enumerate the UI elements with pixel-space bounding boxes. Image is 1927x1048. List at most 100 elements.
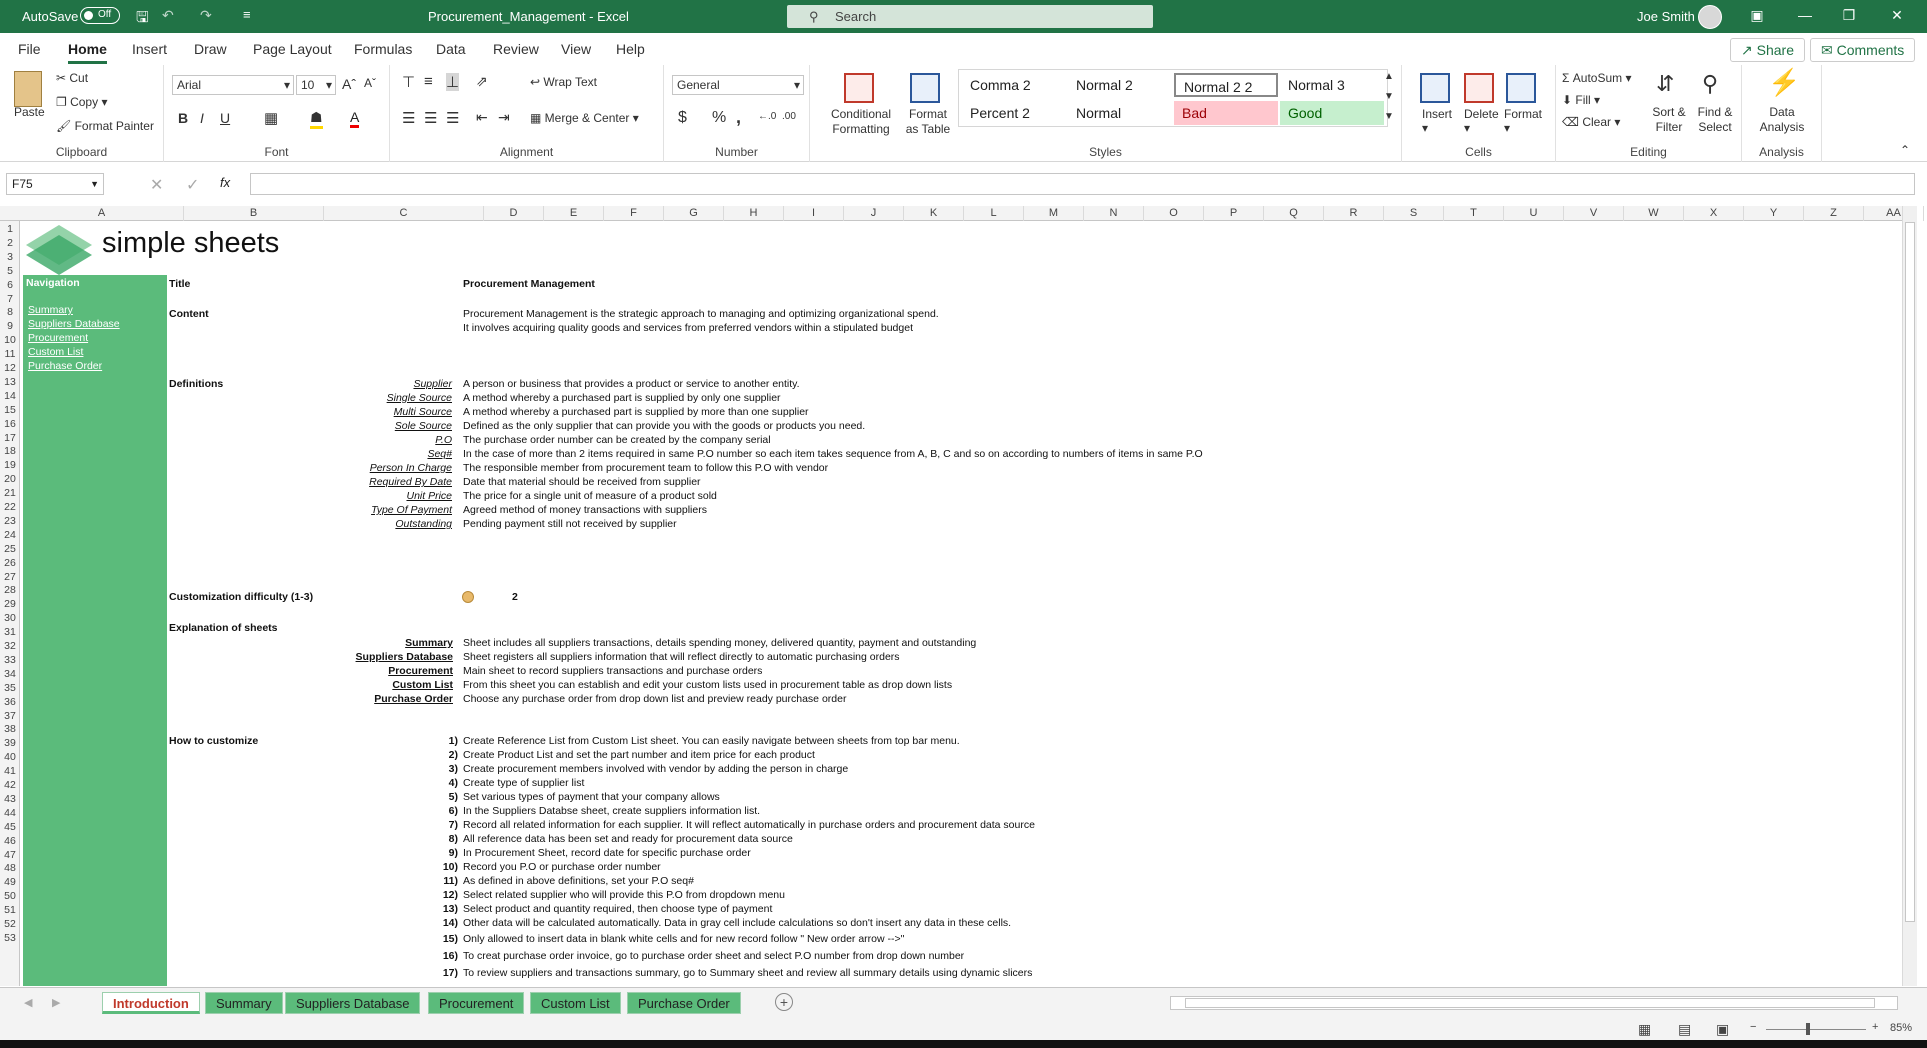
row-header[interactable]: 26 xyxy=(0,557,20,569)
row-header[interactable]: 17 xyxy=(0,432,20,444)
row-header[interactable]: 13 xyxy=(0,376,20,388)
horizontal-scroll-thumb[interactable] xyxy=(1185,998,1875,1008)
page-break-view-icon[interactable]: ▣ xyxy=(1716,1021,1729,1038)
column-header-e[interactable]: E xyxy=(544,206,604,221)
font-name-select[interactable]: Arial ▾ xyxy=(172,75,294,95)
gallery-more-icon[interactable]: ▼ xyxy=(1384,111,1394,122)
sheet-tab-custom-list[interactable]: Custom List xyxy=(530,992,621,1014)
zoom-slider-thumb[interactable] xyxy=(1806,1023,1810,1035)
insert-cells-button[interactable]: Insert ▾ xyxy=(1422,107,1452,135)
sheet-tab-suppliers-database[interactable]: Suppliers Database xyxy=(285,992,421,1014)
data-analysis-button[interactable]: Data Analysis xyxy=(1756,105,1808,135)
sheet-tab-procurement[interactable]: Procurement xyxy=(428,992,525,1014)
normal-view-icon[interactable]: ▦ xyxy=(1638,1021,1651,1038)
row-header[interactable]: 36 xyxy=(0,696,20,708)
gallery-down-icon[interactable]: ▼ xyxy=(1384,91,1394,102)
sheet-tab-introduction[interactable]: Introduction xyxy=(102,992,200,1014)
column-header-q[interactable]: Q xyxy=(1264,206,1324,221)
row-header[interactable]: 42 xyxy=(0,779,20,791)
row-header[interactable]: 11 xyxy=(0,348,20,360)
column-header-u[interactable]: U xyxy=(1504,206,1564,221)
style-good[interactable]: Good xyxy=(1280,101,1384,125)
borders-icon[interactable]: ▦ xyxy=(264,109,278,127)
row-header[interactable]: 9 xyxy=(0,320,20,332)
nav-link-suppliers-database[interactable]: Suppliers Database xyxy=(28,318,120,330)
row-header[interactable]: 5 xyxy=(0,265,20,277)
insert-cells-icon[interactable] xyxy=(1420,73,1450,103)
orientation-icon[interactable]: ⇗ xyxy=(476,73,488,90)
align-center-icon[interactable]: ☰ xyxy=(424,109,437,127)
row-header[interactable]: 16 xyxy=(0,418,20,430)
decrease-decimal-icon[interactable]: .00 xyxy=(782,111,796,122)
worksheet[interactable]: simple sheets Navigation Summary Supplie… xyxy=(20,221,1902,986)
conditional-formatting-button[interactable]: Conditional Formatting xyxy=(828,107,894,137)
explanation-term[interactable]: Summary xyxy=(253,637,453,649)
find-select-button[interactable]: Find & Select xyxy=(1692,105,1738,135)
align-right-icon[interactable]: ☰ xyxy=(446,109,459,127)
insert-function-icon[interactable]: fx xyxy=(220,175,230,190)
tab-scroll-left-icon[interactable]: ◀ xyxy=(24,996,32,1009)
zoom-out-icon[interactable]: − xyxy=(1750,1021,1756,1033)
row-header[interactable]: 28 xyxy=(0,584,20,596)
column-header-f[interactable]: F xyxy=(604,206,664,221)
fill-button[interactable]: ⬇ Fill ▾ xyxy=(1562,93,1600,107)
collapse-ribbon-icon[interactable]: ⌃ xyxy=(1900,143,1910,157)
tab-draw[interactable]: Draw xyxy=(194,41,227,57)
number-format-select[interactable]: General ▾ xyxy=(672,75,804,95)
align-left-icon[interactable]: ☰ xyxy=(402,109,415,127)
delete-cells-button[interactable]: Delete ▾ xyxy=(1464,107,1499,135)
zoom-level[interactable]: 85% xyxy=(1890,1022,1912,1034)
row-header[interactable]: 6 xyxy=(0,279,20,291)
zoom-in-icon[interactable]: + xyxy=(1872,1021,1878,1033)
column-header-v[interactable]: V xyxy=(1564,206,1624,221)
row-header[interactable]: 33 xyxy=(0,654,20,666)
column-header-c[interactable]: C xyxy=(324,206,484,221)
cut-button[interactable]: ✂ Cut xyxy=(56,71,88,85)
enter-icon[interactable]: ✓ xyxy=(186,175,199,195)
row-header[interactable]: 49 xyxy=(0,876,20,888)
style-percent-2[interactable]: Percent 2 xyxy=(962,101,1066,125)
row-header[interactable]: 46 xyxy=(0,835,20,847)
customize-toolbar-icon[interactable]: ≡ xyxy=(243,7,251,22)
decrease-font-icon[interactable]: Aˇ xyxy=(364,76,376,90)
nav-link-custom-list[interactable]: Custom List xyxy=(28,346,83,358)
italic-button[interactable]: I xyxy=(200,110,204,126)
add-sheet-icon[interactable]: + xyxy=(775,993,793,1011)
increase-decimal-icon[interactable]: ←.0 xyxy=(758,111,776,122)
comments-button[interactable]: ✉ Comments xyxy=(1810,38,1916,62)
sort-filter-button[interactable]: Sort & Filter xyxy=(1646,105,1692,135)
increase-indent-icon[interactable]: ⇥ xyxy=(498,109,510,126)
page-layout-view-icon[interactable]: ▤ xyxy=(1678,1021,1691,1038)
column-header-p[interactable]: P xyxy=(1204,206,1264,221)
row-header[interactable]: 48 xyxy=(0,862,20,874)
row-header[interactable]: 50 xyxy=(0,890,20,902)
comma-button[interactable]: , xyxy=(736,107,741,128)
column-header-s[interactable]: S xyxy=(1384,206,1444,221)
explanation-term[interactable]: Procurement xyxy=(253,665,453,677)
delete-cells-icon[interactable] xyxy=(1464,73,1494,103)
row-header[interactable]: 39 xyxy=(0,737,20,749)
row-header[interactable]: 25 xyxy=(0,543,20,555)
column-header-z[interactable]: Z xyxy=(1804,206,1864,221)
format-cells-button[interactable]: Format ▾ xyxy=(1504,107,1542,135)
row-header[interactable]: 10 xyxy=(0,334,20,346)
nav-link-summary[interactable]: Summary xyxy=(28,304,73,316)
format-as-table-icon[interactable] xyxy=(910,73,940,103)
format-as-table-button[interactable]: Format as Table xyxy=(902,107,954,137)
column-header-h[interactable]: H xyxy=(724,206,784,221)
row-header[interactable]: 18 xyxy=(0,445,20,457)
minimize-icon[interactable]: — xyxy=(1790,7,1820,23)
row-header[interactable]: 47 xyxy=(0,849,20,861)
column-header-w[interactable]: W xyxy=(1624,206,1684,221)
avatar[interactable] xyxy=(1698,5,1722,29)
column-header-d[interactable]: D xyxy=(484,206,544,221)
row-header[interactable]: 15 xyxy=(0,404,20,416)
save-icon[interactable]: 🖫 xyxy=(136,7,149,32)
merge-center-button[interactable]: ▦ Merge & Center ▾ xyxy=(530,111,639,125)
row-header[interactable]: 14 xyxy=(0,390,20,402)
row-header[interactable]: 30 xyxy=(0,612,20,624)
column-header-j[interactable]: J xyxy=(844,206,904,221)
tab-help[interactable]: Help xyxy=(616,41,645,57)
share-button[interactable]: ↗ Share xyxy=(1730,38,1805,62)
row-header[interactable]: 52 xyxy=(0,918,20,930)
